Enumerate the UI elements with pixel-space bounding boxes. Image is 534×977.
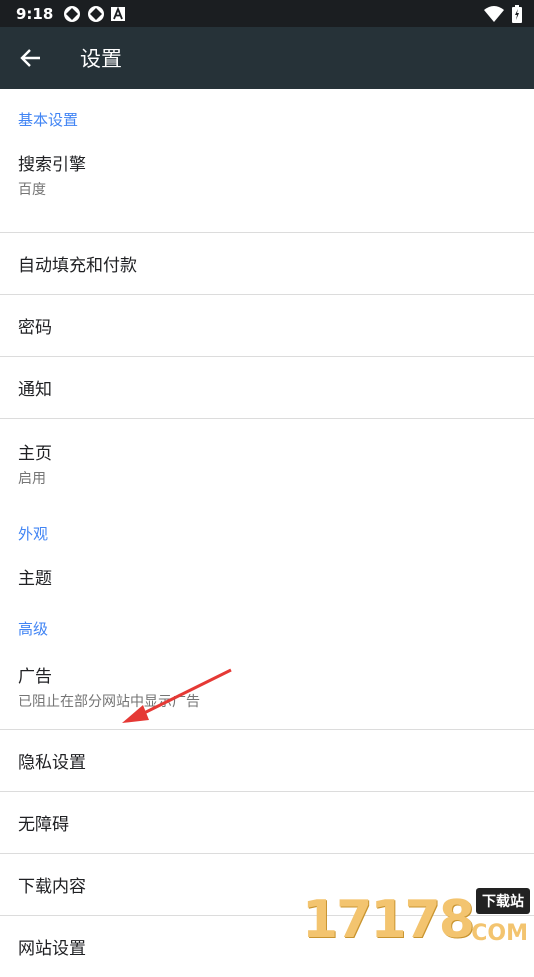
section-header-advanced: 高级 xyxy=(18,620,49,638)
status-bar: 9:18 xyxy=(0,0,534,27)
settings-item-notifications[interactable]: 通知 xyxy=(0,357,534,418)
item-summary: 启用 xyxy=(18,471,46,487)
item-label: 主题 xyxy=(18,568,52,589)
item-label: 通知 xyxy=(18,380,52,400)
settings-item-search-engine[interactable]: 搜索引擎 百度 xyxy=(0,138,534,232)
item-label: 网站设置 xyxy=(18,939,86,959)
page-title: 设置 xyxy=(80,47,122,71)
battery-icon xyxy=(512,4,522,23)
back-button[interactable] xyxy=(0,27,62,89)
item-summary: 已阻止在部分网站中显示广告 xyxy=(18,694,200,710)
settings-item-accessibility[interactable]: 无障碍 xyxy=(0,792,534,853)
watermark-tag: 下载站 xyxy=(476,888,530,914)
settings-item-ads[interactable]: 广告 已阻止在部分网站中显示广告 xyxy=(0,649,534,729)
item-label: 搜索引擎 xyxy=(18,155,86,175)
settings-item-passwords[interactable]: 密码 xyxy=(0,295,534,356)
settings-item-autofill[interactable]: 自动填充和付款 xyxy=(0,233,534,294)
item-label: 下载内容 xyxy=(18,877,86,897)
wifi-icon xyxy=(484,5,504,22)
a-icon xyxy=(111,6,126,21)
settings-item-theme[interactable]: 主题 xyxy=(0,550,534,602)
watermark-domain: COM xyxy=(471,921,528,946)
item-summary: 百度 xyxy=(18,182,46,198)
app-toolbar: 设置 xyxy=(0,27,534,89)
item-label: 主页 xyxy=(18,444,52,464)
item-label: 无障碍 xyxy=(18,815,69,835)
settings-item-privacy[interactable]: 隐私设置 xyxy=(0,730,534,791)
item-label: 密码 xyxy=(18,318,52,338)
section-header-basic: 基本设置 xyxy=(18,111,79,129)
watermark-logo: 17178 下载站 COM xyxy=(302,888,532,950)
notification-icon xyxy=(88,5,105,22)
notification-icon xyxy=(64,5,81,22)
item-label: 自动填充和付款 xyxy=(18,256,137,276)
settings-item-homepage[interactable]: 主页 启用 xyxy=(0,419,534,499)
watermark-number: 17178 xyxy=(302,890,475,950)
item-label: 隐私设置 xyxy=(18,753,86,773)
settings-list: 基本设置 搜索引擎 百度 自动填充和付款 密码 通知 主页 启用 外观 主题 高… xyxy=(0,89,534,977)
section-header-appearance: 外观 xyxy=(18,525,49,543)
status-time: 9:18 xyxy=(16,4,54,23)
item-label: 广告 xyxy=(18,667,52,687)
arrow-back-icon xyxy=(20,49,40,67)
